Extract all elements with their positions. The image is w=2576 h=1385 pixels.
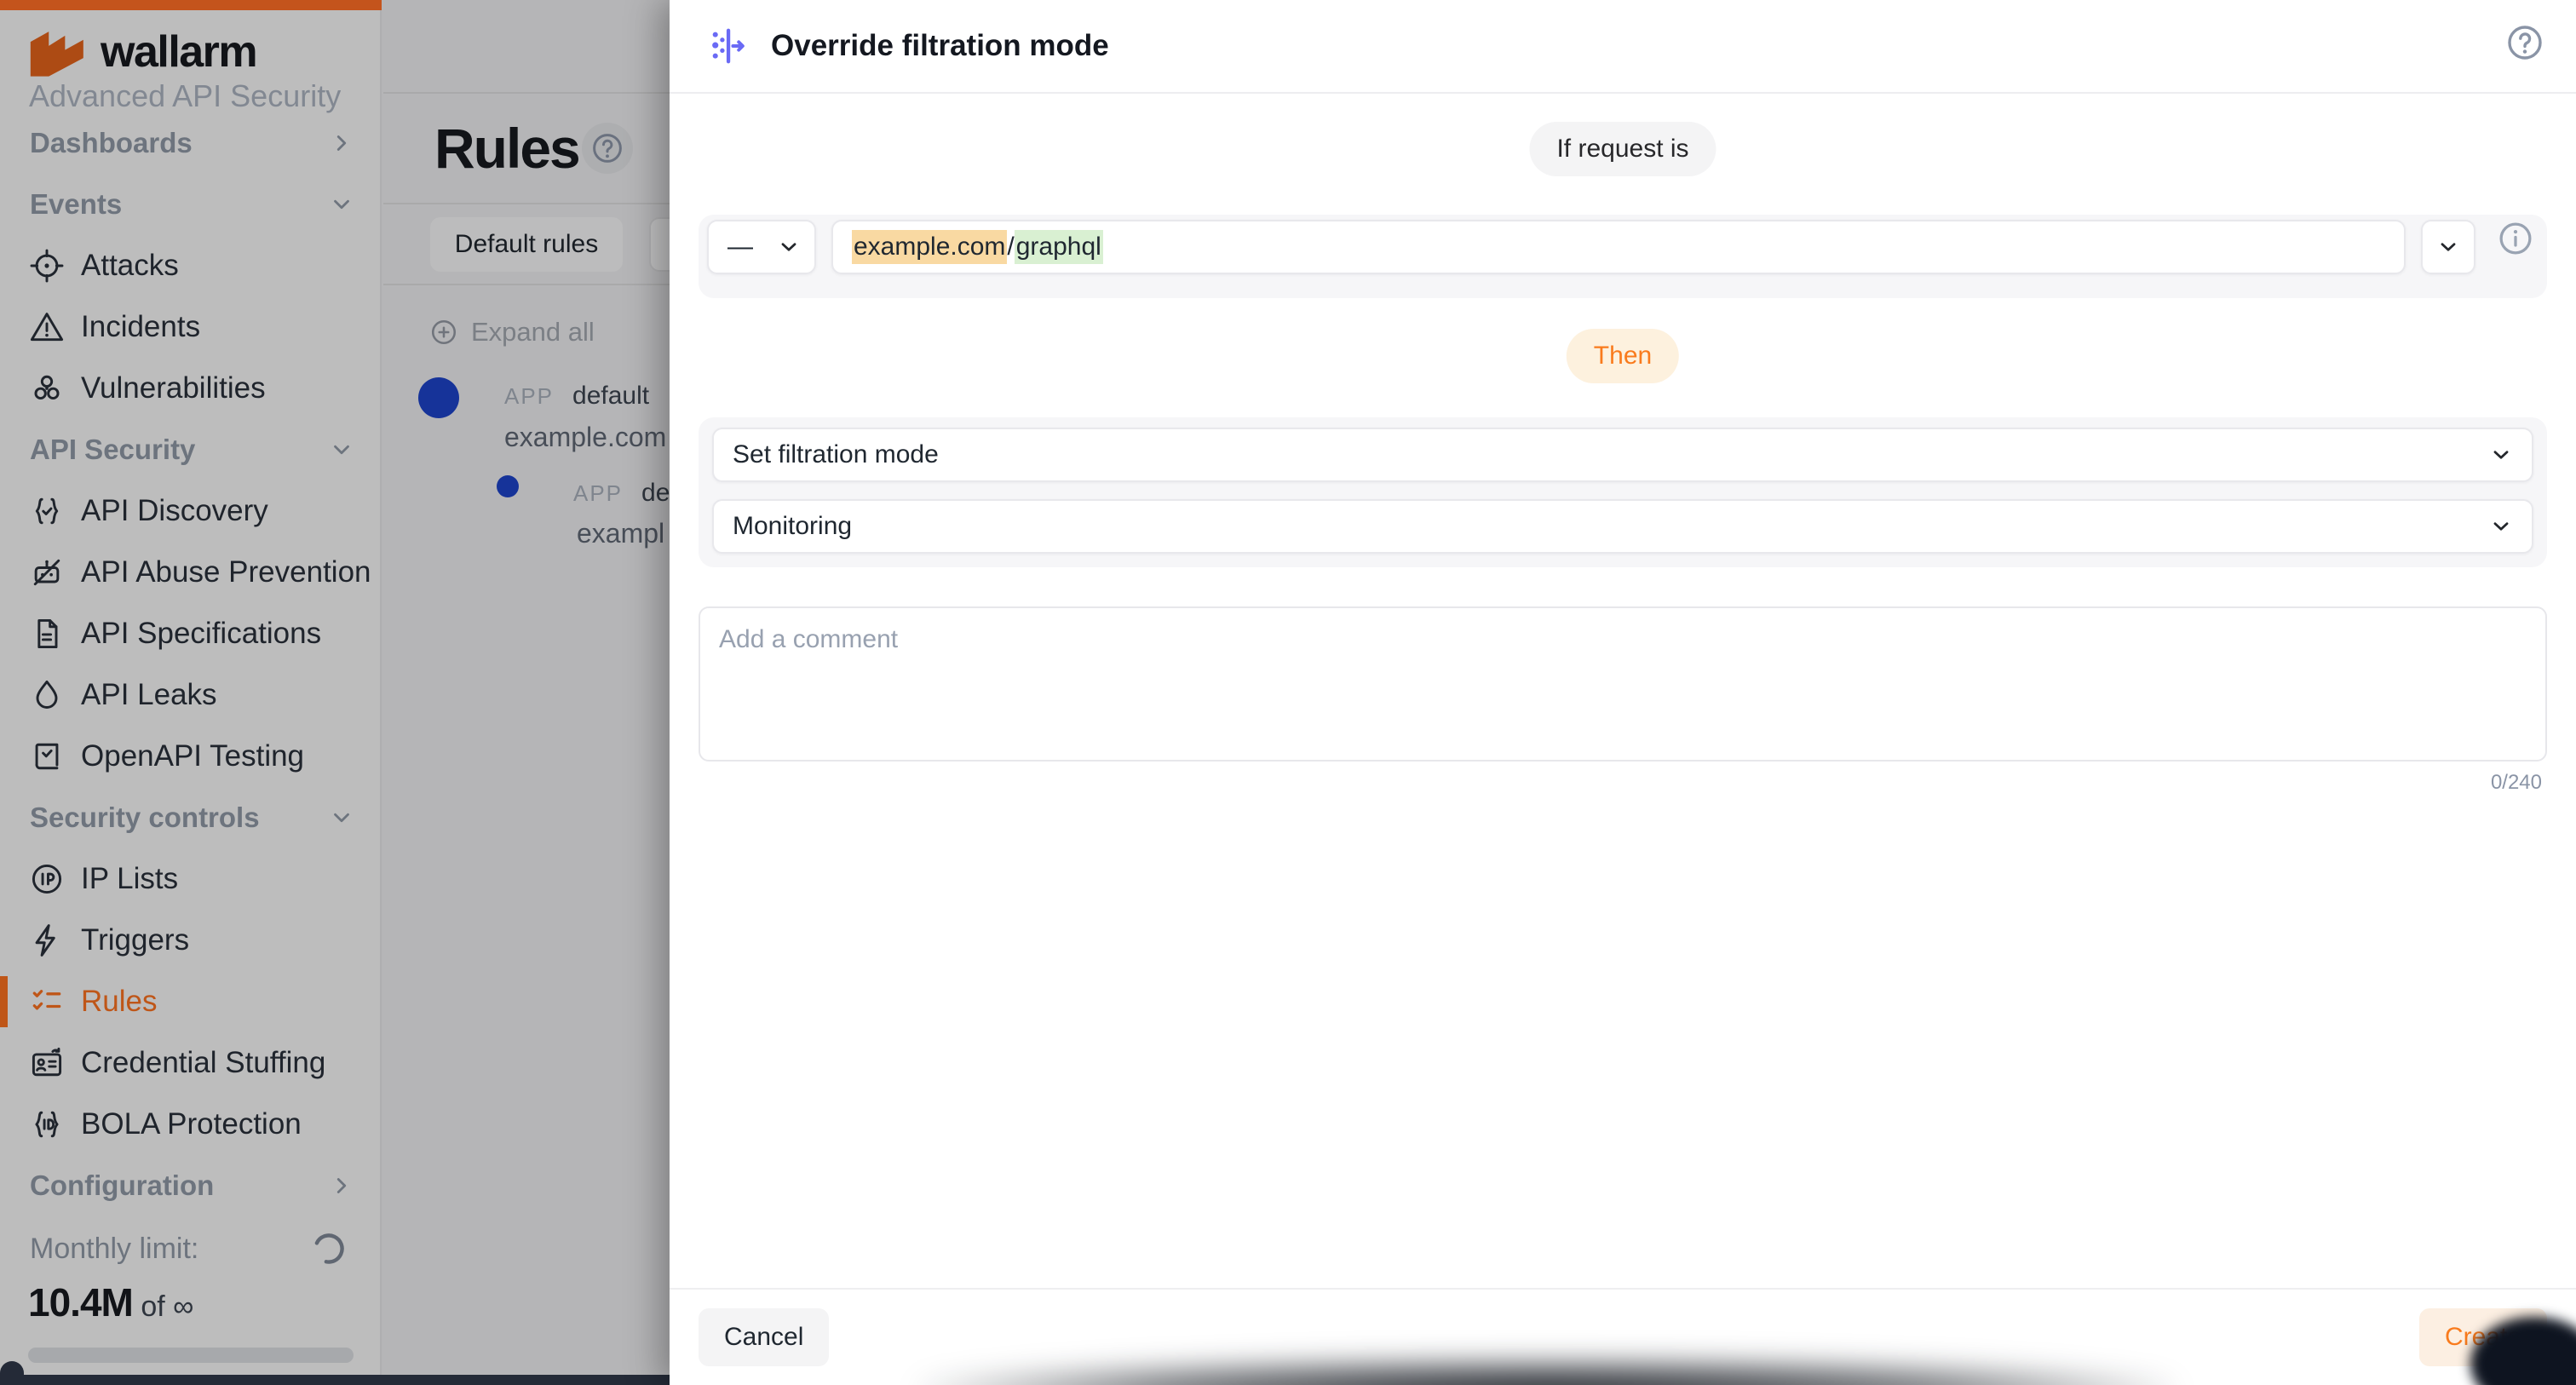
modal-overlay[interactable] [0, 0, 670, 1385]
filtration-mode-select[interactable]: Monitoring [712, 499, 2533, 554]
condition-info-button[interactable] [2496, 219, 2535, 258]
chevron-down-icon [2436, 235, 2460, 259]
app-root: wallarm Advanced API Security Dashboards… [0, 0, 2576, 1385]
help-circle-icon[interactable] [2504, 22, 2545, 63]
if-request-is-pill: If request is [1529, 122, 1716, 176]
condition-operator-select[interactable]: — [707, 220, 816, 274]
chevron-down-icon [2489, 443, 2513, 467]
then-pill: Then [1567, 329, 1679, 383]
uri-path-token: graphql [1015, 230, 1103, 264]
action-section: Set filtration mode Monitoring [699, 417, 2547, 567]
comment-textarea[interactable] [699, 606, 2547, 761]
char-counter: 0/240 [2491, 771, 2542, 795]
uri-expand-button[interactable] [2421, 220, 2475, 274]
modal-title: Override filtration mode [771, 29, 1109, 63]
filter-flow-icon [706, 25, 749, 67]
modal-header: Override filtration mode [670, 0, 2576, 94]
chevron-down-icon [2489, 514, 2513, 538]
action-type-select[interactable]: Set filtration mode [712, 428, 2533, 482]
condition-row: — example.com/graphql [699, 215, 2547, 298]
uri-slash: / [1007, 233, 1014, 261]
uri-host-token: example.com [852, 230, 1007, 264]
cancel-button[interactable]: Cancel [699, 1308, 829, 1366]
uri-input[interactable]: example.com/graphql [831, 220, 2406, 274]
override-filtration-modal: Override filtration mode If request is —… [670, 0, 2576, 1385]
info-icon [2496, 219, 2535, 258]
chevron-down-icon [777, 235, 801, 259]
